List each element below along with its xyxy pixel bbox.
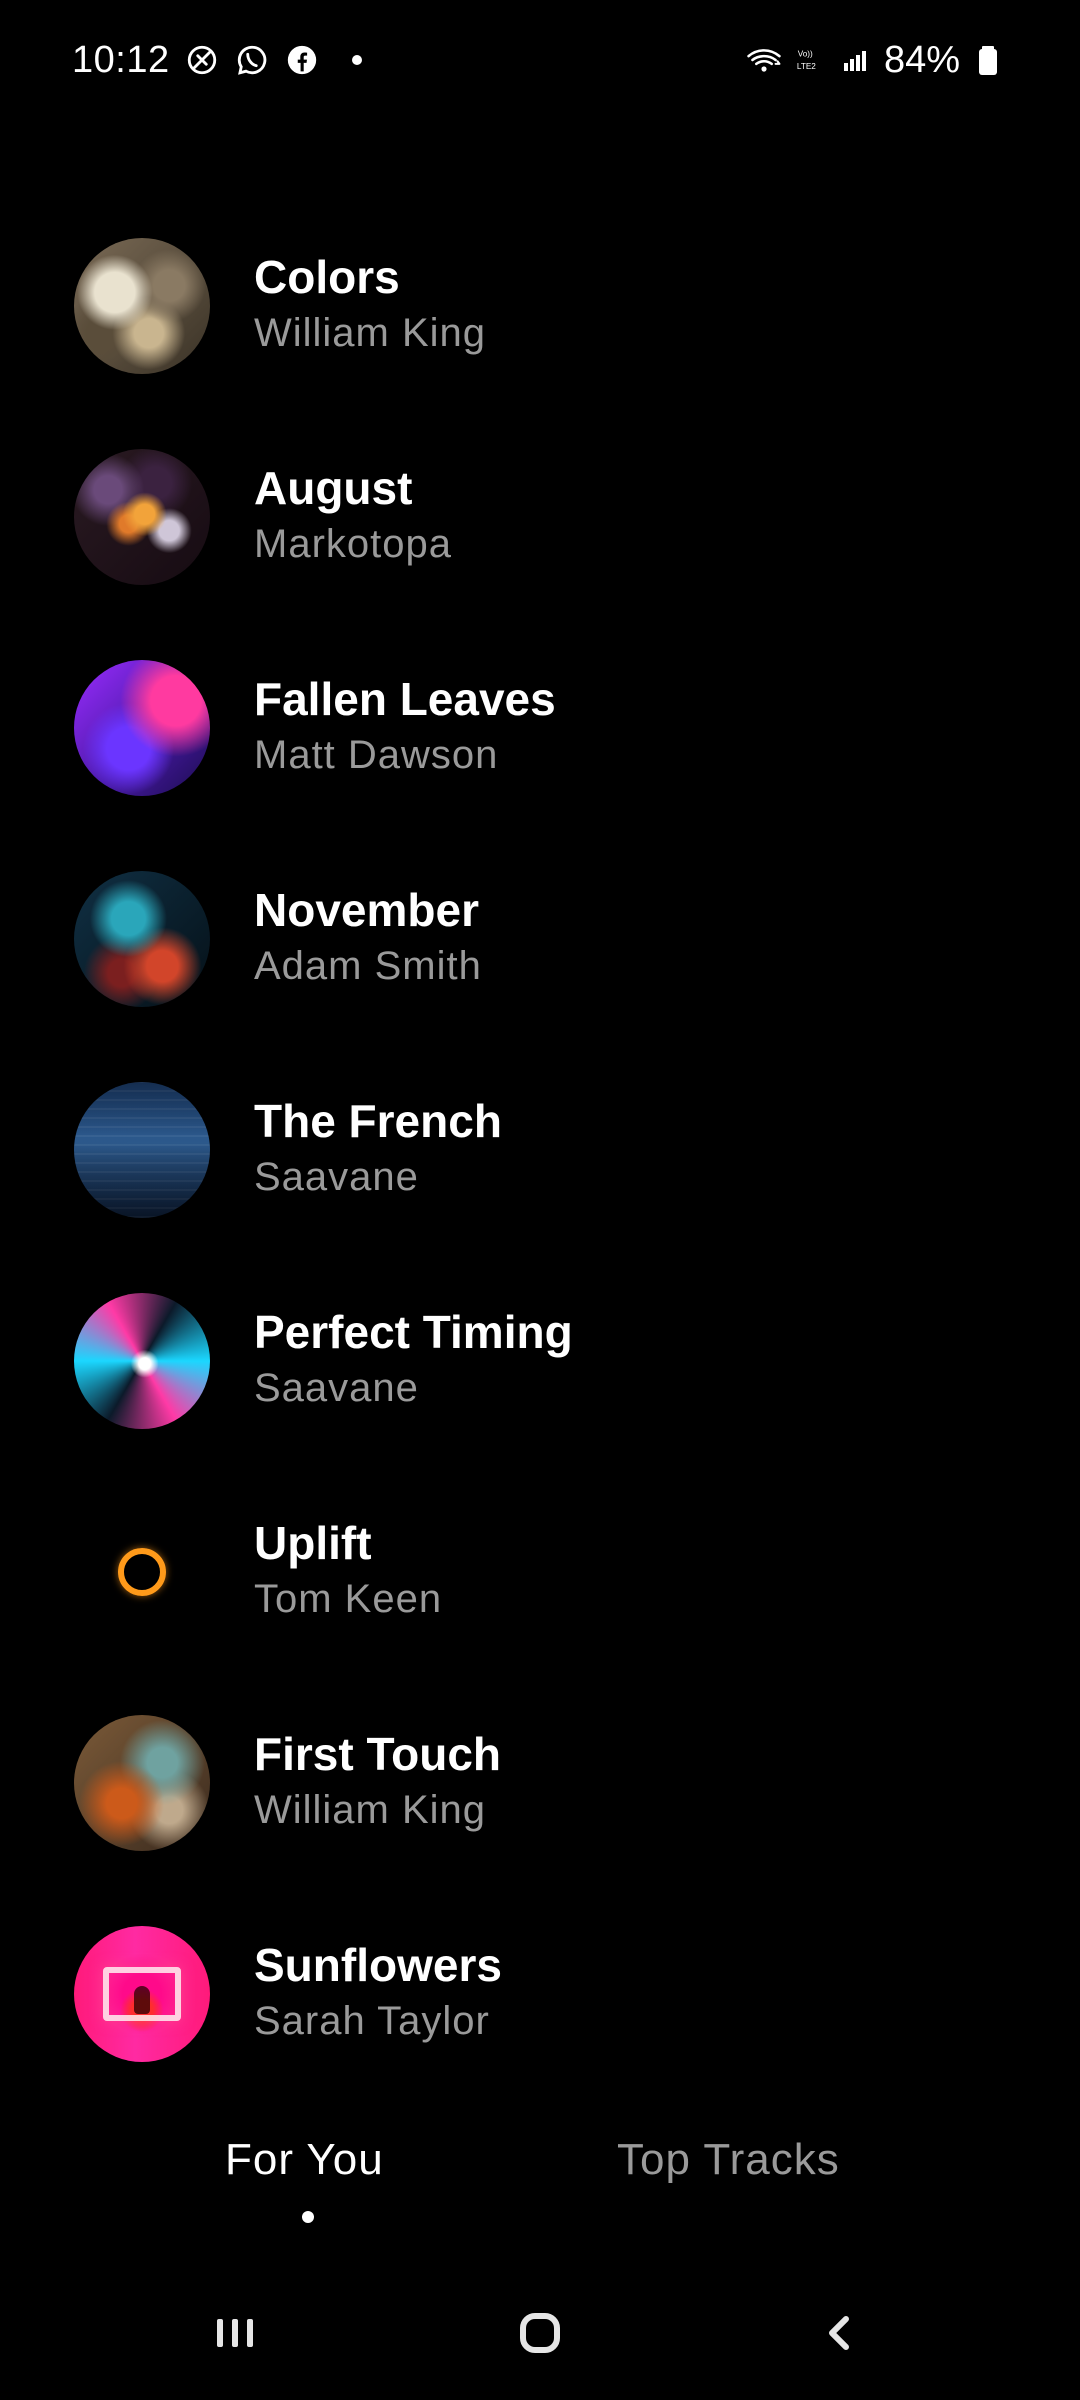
active-tab-indicator xyxy=(302,2211,314,2223)
track-title: Perfect Timing xyxy=(254,1306,573,1359)
album-art xyxy=(74,1503,210,1640)
home-icon xyxy=(520,2312,560,2353)
status-right: Vo)) LTE2 84% xyxy=(746,39,1006,82)
battery-icon xyxy=(970,42,1006,78)
track-title: Colors xyxy=(254,251,400,304)
status-time: 10:12 xyxy=(72,38,170,81)
list-item[interactable]: Fallen Leaves Matt Dawson xyxy=(0,622,1080,833)
recents-icon xyxy=(217,2318,253,2347)
track-title: Fallen Leaves xyxy=(254,673,556,726)
track-meta: November Adam Smith xyxy=(254,884,482,988)
track-title: August xyxy=(254,462,413,515)
album-art xyxy=(74,659,210,796)
silhouette xyxy=(134,1986,150,2015)
list-item[interactable]: Perfect Timing Saavane xyxy=(0,1255,1080,1466)
track-meta: Perfect Timing Saavane xyxy=(254,1306,573,1410)
battery-percent: 84% xyxy=(883,38,960,81)
track-meta: Uplift Tom Keen xyxy=(254,1517,443,1621)
facebook-icon xyxy=(284,42,320,78)
track-meta: The French Saavane xyxy=(254,1095,502,1199)
track-artist: Markotopa xyxy=(254,521,452,566)
blocked-icon xyxy=(184,42,220,78)
track-artist: William King xyxy=(254,310,487,355)
list-item[interactable]: The French Saavane xyxy=(0,1044,1080,1255)
svg-text:Vo)): Vo)) xyxy=(798,50,813,59)
list-item[interactable]: First Touch William King xyxy=(0,1677,1080,1888)
album-art xyxy=(74,1714,210,1851)
track-artist: Matt Dawson xyxy=(254,732,499,777)
list-item[interactable]: August Markotopa xyxy=(0,411,1080,622)
track-meta: Colors William King xyxy=(254,251,487,355)
bottom-tabs: For You Top Tracks xyxy=(0,2135,1080,2245)
track-artist: Sarah Taylor xyxy=(254,1998,490,2043)
album-art xyxy=(74,1292,210,1429)
list-item[interactable]: Uplift Tom Keen xyxy=(0,1466,1080,1677)
track-title: The French xyxy=(254,1095,502,1148)
album-art xyxy=(74,870,210,1007)
track-title: Sunflowers xyxy=(254,1939,502,1992)
notification-dot-icon xyxy=(351,55,362,65)
track-title: First Touch xyxy=(254,1728,502,1781)
signal-icon xyxy=(838,42,874,78)
album-art xyxy=(74,448,210,585)
track-meta: August Markotopa xyxy=(254,462,452,566)
list-item[interactable]: Colors William King xyxy=(0,200,1080,411)
status-bar: 10:12 Vo)) LTE2 84% xyxy=(0,0,1080,120)
track-meta: Fallen Leaves Matt Dawson xyxy=(254,673,556,777)
status-left: 10:12 xyxy=(72,39,362,82)
tab-top-tracks[interactable]: Top Tracks xyxy=(617,2135,840,2185)
home-button[interactable] xyxy=(460,2265,620,2400)
tab-for-you[interactable]: For You xyxy=(225,2135,384,2185)
track-artist: Tom Keen xyxy=(254,1576,443,1621)
track-artist: William King xyxy=(254,1787,487,1832)
svg-text:LTE2: LTE2 xyxy=(797,62,816,71)
whatsapp-icon xyxy=(234,42,270,78)
ring-icon xyxy=(118,1547,166,1596)
track-artist: Adam Smith xyxy=(254,943,482,988)
album-art xyxy=(74,1925,210,2062)
volte-lte2-icon: Vo)) LTE2 xyxy=(792,42,828,78)
wifi-icon xyxy=(746,42,782,78)
list-item[interactable]: November Adam Smith xyxy=(0,833,1080,1044)
track-title: November xyxy=(254,884,479,937)
list-item[interactable]: Sunflowers Sarah Taylor xyxy=(0,1888,1080,2099)
track-artist: Saavane xyxy=(254,1154,419,1199)
track-title: Uplift xyxy=(254,1517,372,1570)
back-button[interactable] xyxy=(760,2265,920,2400)
album-art xyxy=(74,1081,210,1218)
system-nav-bar xyxy=(0,2265,1080,2400)
back-icon xyxy=(829,2315,849,2350)
track-meta: Sunflowers Sarah Taylor xyxy=(254,1939,502,2043)
track-artist: Saavane xyxy=(254,1365,419,1410)
track-list: Colors William King August Markotopa Fal… xyxy=(0,200,1080,2099)
album-art xyxy=(74,237,210,374)
track-meta: First Touch William King xyxy=(254,1728,502,1832)
recents-button[interactable] xyxy=(155,2265,315,2400)
